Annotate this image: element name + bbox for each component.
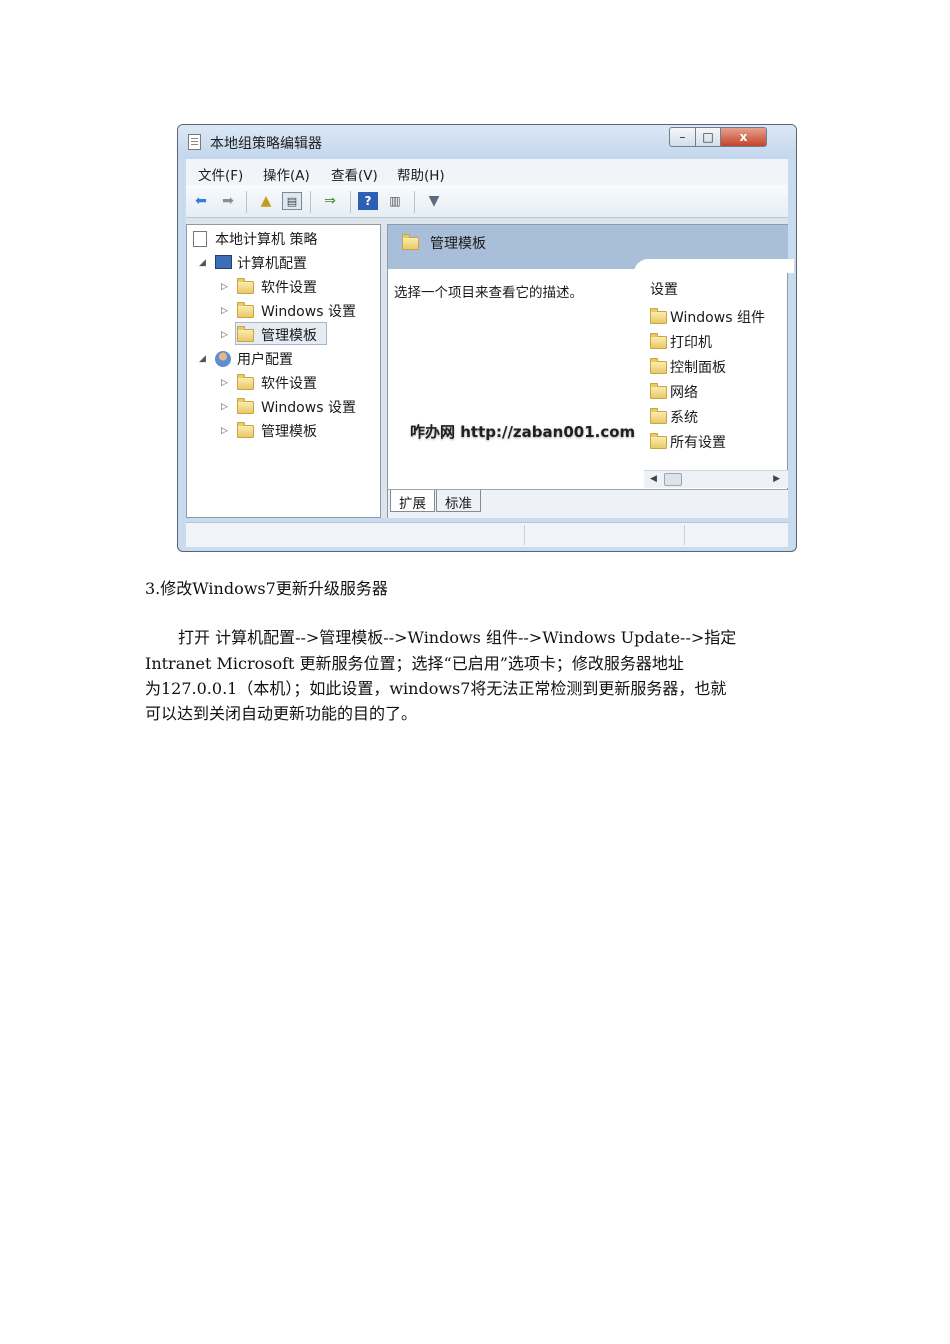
folder-icon bbox=[237, 302, 254, 318]
show-hide-tree-icon[interactable]: ▤ bbox=[282, 192, 302, 210]
folder-icon bbox=[650, 358, 667, 374]
expanded-arrow-icon[interactable]: ◢ bbox=[199, 354, 206, 364]
folder-icon bbox=[402, 234, 419, 250]
tree-item-user-config[interactable]: 用户配置 bbox=[237, 349, 293, 369]
scroll-thumb[interactable] bbox=[664, 473, 682, 486]
filter-icon[interactable]: ▼ bbox=[424, 192, 444, 210]
tree-item-user-software-settings[interactable]: 软件设置 bbox=[261, 373, 317, 393]
list-item-label: 打印机 bbox=[670, 335, 712, 351]
folder-icon bbox=[650, 383, 667, 399]
collapsed-arrow-icon[interactable]: ▷ bbox=[221, 402, 228, 412]
description-text: 选择一个项目来查看它的描述。 bbox=[394, 285, 583, 301]
tab-extended[interactable]: 扩展 bbox=[390, 490, 435, 512]
folder-icon bbox=[650, 333, 667, 349]
folder-icon bbox=[237, 278, 254, 294]
policy-document-icon bbox=[193, 231, 207, 247]
menu-action[interactable]: 操作(A) bbox=[263, 164, 310, 184]
title-bar: 本地组策略编辑器 – □ x bbox=[178, 125, 796, 159]
paragraph-line: 为127.0.0.1（本机）；如此设置，windows7将无法正常检测到更新服务… bbox=[145, 679, 727, 698]
properties-view-icon[interactable]: ▥ bbox=[385, 192, 405, 210]
section-heading: 3.修改Windows7更新升级服务器 bbox=[145, 579, 388, 598]
tree-root-label[interactable]: 本地计算机 策略 bbox=[215, 229, 317, 249]
menu-bar: 文件(F) 操作(A) 查看(V) 帮助(H) bbox=[186, 159, 788, 185]
up-folder-icon[interactable]: ▲ bbox=[256, 192, 276, 210]
help-icon[interactable]: ? bbox=[358, 192, 378, 210]
navigation-tree[interactable]: 本地计算机 策略 ◢ 计算机配置 ▷ 软件设置 ▷ Windows 设置 ▷ 管… bbox=[186, 224, 381, 518]
toolbar-separator bbox=[414, 191, 415, 213]
view-tabs: 扩展 标准 bbox=[388, 489, 788, 518]
collapsed-arrow-icon[interactable]: ▷ bbox=[221, 426, 228, 436]
details-pane: 管理模板 选择一个项目来查看它的描述。 设置 Windows 组件 打印机 控制… bbox=[387, 224, 794, 518]
toolbar: ⬅ ➡ ▲ ▤ ⇒ ? ▥ ▼ bbox=[186, 185, 788, 218]
maximize-button[interactable]: □ bbox=[695, 127, 721, 147]
toolbar-separator bbox=[246, 191, 247, 213]
folder-icon bbox=[650, 408, 667, 424]
back-arrow-icon[interactable]: ⬅ bbox=[191, 192, 211, 210]
menu-view[interactable]: 查看(V) bbox=[331, 164, 378, 184]
folder-icon bbox=[237, 398, 254, 414]
client-area: 本地计算机 策略 ◢ 计算机配置 ▷ 软件设置 ▷ Windows 设置 ▷ 管… bbox=[186, 218, 794, 518]
toolbar-separator bbox=[310, 191, 311, 213]
status-divider bbox=[524, 525, 525, 545]
tree-item-software-settings[interactable]: 软件设置 bbox=[261, 277, 317, 297]
list-item-label: Windows 组件 bbox=[670, 310, 765, 326]
tree-item-windows-settings[interactable]: Windows 设置 bbox=[261, 301, 356, 321]
tab-standard[interactable]: 标准 bbox=[436, 490, 481, 512]
user-icon bbox=[215, 351, 231, 367]
tree-item-admin-templates-selected[interactable]: 管理模板 bbox=[261, 325, 317, 345]
status-divider bbox=[684, 525, 685, 545]
details-header-title: 管理模板 bbox=[430, 236, 486, 252]
watermark-text: 咋办网 http://zaban001.com bbox=[410, 423, 636, 441]
folder-icon bbox=[650, 308, 667, 324]
folder-icon bbox=[237, 374, 254, 390]
forward-arrow-icon[interactable]: ➡ bbox=[218, 192, 238, 210]
window-title: 本地组策略编辑器 bbox=[210, 136, 322, 152]
collapsed-arrow-icon[interactable]: ▷ bbox=[221, 378, 228, 388]
tree-item-user-windows-settings[interactable]: Windows 设置 bbox=[261, 397, 356, 417]
expanded-arrow-icon[interactable]: ◢ bbox=[199, 258, 206, 268]
list-item-label: 系统 bbox=[670, 410, 698, 426]
tree-item-user-admin-templates[interactable]: 管理模板 bbox=[261, 421, 317, 441]
paragraph-line: Intranet Microsoft 更新服务位置；选择“已启用”选项卡；修改服… bbox=[145, 654, 684, 673]
horizontal-scrollbar[interactable]: ◀ ▶ bbox=[644, 470, 788, 488]
menu-help[interactable]: 帮助(H) bbox=[397, 164, 445, 184]
group-policy-editor-window: 本地组策略编辑器 – □ x 文件(F) 操作(A) 查看(V) 帮助(H) ⬅… bbox=[177, 124, 797, 552]
folder-icon bbox=[237, 422, 254, 438]
scroll-right-arrow-icon[interactable]: ▶ bbox=[773, 474, 780, 484]
paragraph-line: 打开 计算机配置-->管理模板-->Windows 组件-->Windows U… bbox=[178, 628, 737, 647]
status-bar bbox=[186, 522, 788, 547]
tree-item-computer-config[interactable]: 计算机配置 bbox=[237, 253, 307, 273]
all-settings-folder-icon bbox=[650, 433, 667, 449]
list-item-label: 所有设置 bbox=[670, 435, 726, 451]
list-item-label: 网络 bbox=[670, 385, 698, 401]
menu-file[interactable]: 文件(F) bbox=[198, 164, 243, 184]
toolbar-separator bbox=[350, 191, 351, 213]
collapsed-arrow-icon[interactable]: ▷ bbox=[221, 282, 228, 292]
details-header: 管理模板 bbox=[388, 225, 794, 273]
computer-icon bbox=[215, 255, 232, 269]
list-item-label: 控制面板 bbox=[670, 360, 726, 376]
paragraph-line: 可以达到关闭自动更新功能的目的了。 bbox=[145, 704, 418, 723]
export-list-icon[interactable]: ⇒ bbox=[320, 192, 340, 210]
close-button[interactable]: x bbox=[720, 127, 767, 147]
folder-icon bbox=[237, 326, 254, 342]
policy-document-icon bbox=[188, 134, 201, 150]
minimize-button[interactable]: – bbox=[669, 127, 696, 147]
collapsed-arrow-icon[interactable]: ▷ bbox=[221, 306, 228, 316]
scroll-left-arrow-icon[interactable]: ◀ bbox=[650, 474, 657, 484]
collapsed-arrow-icon[interactable]: ▷ bbox=[221, 330, 228, 340]
column-header-settings[interactable]: 设置 bbox=[650, 279, 678, 299]
